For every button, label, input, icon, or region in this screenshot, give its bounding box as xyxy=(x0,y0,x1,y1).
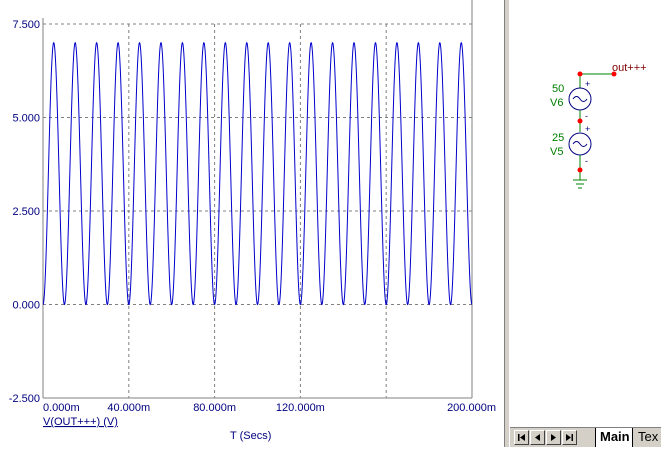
plus-label: + xyxy=(585,124,590,134)
v6-value: 50 xyxy=(552,83,564,95)
plus-label: + xyxy=(585,79,590,89)
next-page-icon xyxy=(551,434,556,441)
node-dot xyxy=(577,118,583,124)
x-tick-label: 80.000m xyxy=(193,402,236,414)
minus-label: - xyxy=(585,156,588,166)
net-label[interactable]: out+++ xyxy=(612,62,647,74)
x-axis-label: T (Secs) xyxy=(230,430,271,442)
minus-label: - xyxy=(585,111,588,121)
y-tick-label: 5.000 xyxy=(12,113,40,125)
last-page-icon xyxy=(566,434,573,441)
plot-pane[interactable]: 7.500 5.000 2.500 0.000 -2.500 0.000m 40.000m 8… xyxy=(0,0,504,447)
node-dot xyxy=(577,71,583,77)
y-tick-label: 7.500 xyxy=(12,19,40,31)
y-tick-label: 2.500 xyxy=(12,206,40,218)
x-tick-label: 200.000m xyxy=(447,402,496,414)
first-page-icon xyxy=(518,434,525,441)
next-page-button[interactable] xyxy=(546,430,561,445)
y-tick-label: 0.000 xyxy=(12,300,40,312)
source-v6[interactable]: + - 50 V6 xyxy=(550,79,592,121)
sheet-tab-bar: Main Tex xyxy=(510,427,661,447)
sine-icon xyxy=(572,96,588,102)
node-dot xyxy=(577,167,583,173)
grid xyxy=(43,23,472,398)
schematic-canvas: out+++ + - 50 V6 + - 25 V5 xyxy=(550,62,647,189)
v5-value: 25 xyxy=(552,132,564,144)
prev-page-icon xyxy=(535,434,540,441)
sine-icon xyxy=(572,141,588,147)
prev-page-button[interactable] xyxy=(530,430,545,445)
ground-icon[interactable] xyxy=(573,179,587,189)
series-line-vout xyxy=(42,41,473,306)
series-legend[interactable]: V(OUT+++) (V) xyxy=(43,416,118,428)
v6-name: V6 xyxy=(550,97,563,109)
x-tick-label: 0.000m xyxy=(43,402,80,414)
v5-name: V5 xyxy=(550,146,563,158)
trace-layer xyxy=(42,41,473,306)
schematic-pane[interactable]: out+++ + - 50 V6 + - 25 V5 xyxy=(510,0,661,427)
tab-text[interactable]: Tex xyxy=(634,428,661,447)
x-tick-label: 40.000m xyxy=(107,402,150,414)
last-page-button[interactable] xyxy=(562,430,577,445)
y-tick-label: -2.500 xyxy=(9,393,40,405)
waveform-chart[interactable]: 7.500 5.000 2.500 0.000 -2.5000.000m 40.000m 8… xyxy=(0,0,504,447)
first-page-button[interactable] xyxy=(514,430,529,445)
x-tick-label: 120.000m xyxy=(276,402,325,414)
axes xyxy=(42,0,473,399)
tab-main[interactable]: Main xyxy=(595,428,633,447)
source-v5[interactable]: + - 25 V5 xyxy=(550,124,592,166)
